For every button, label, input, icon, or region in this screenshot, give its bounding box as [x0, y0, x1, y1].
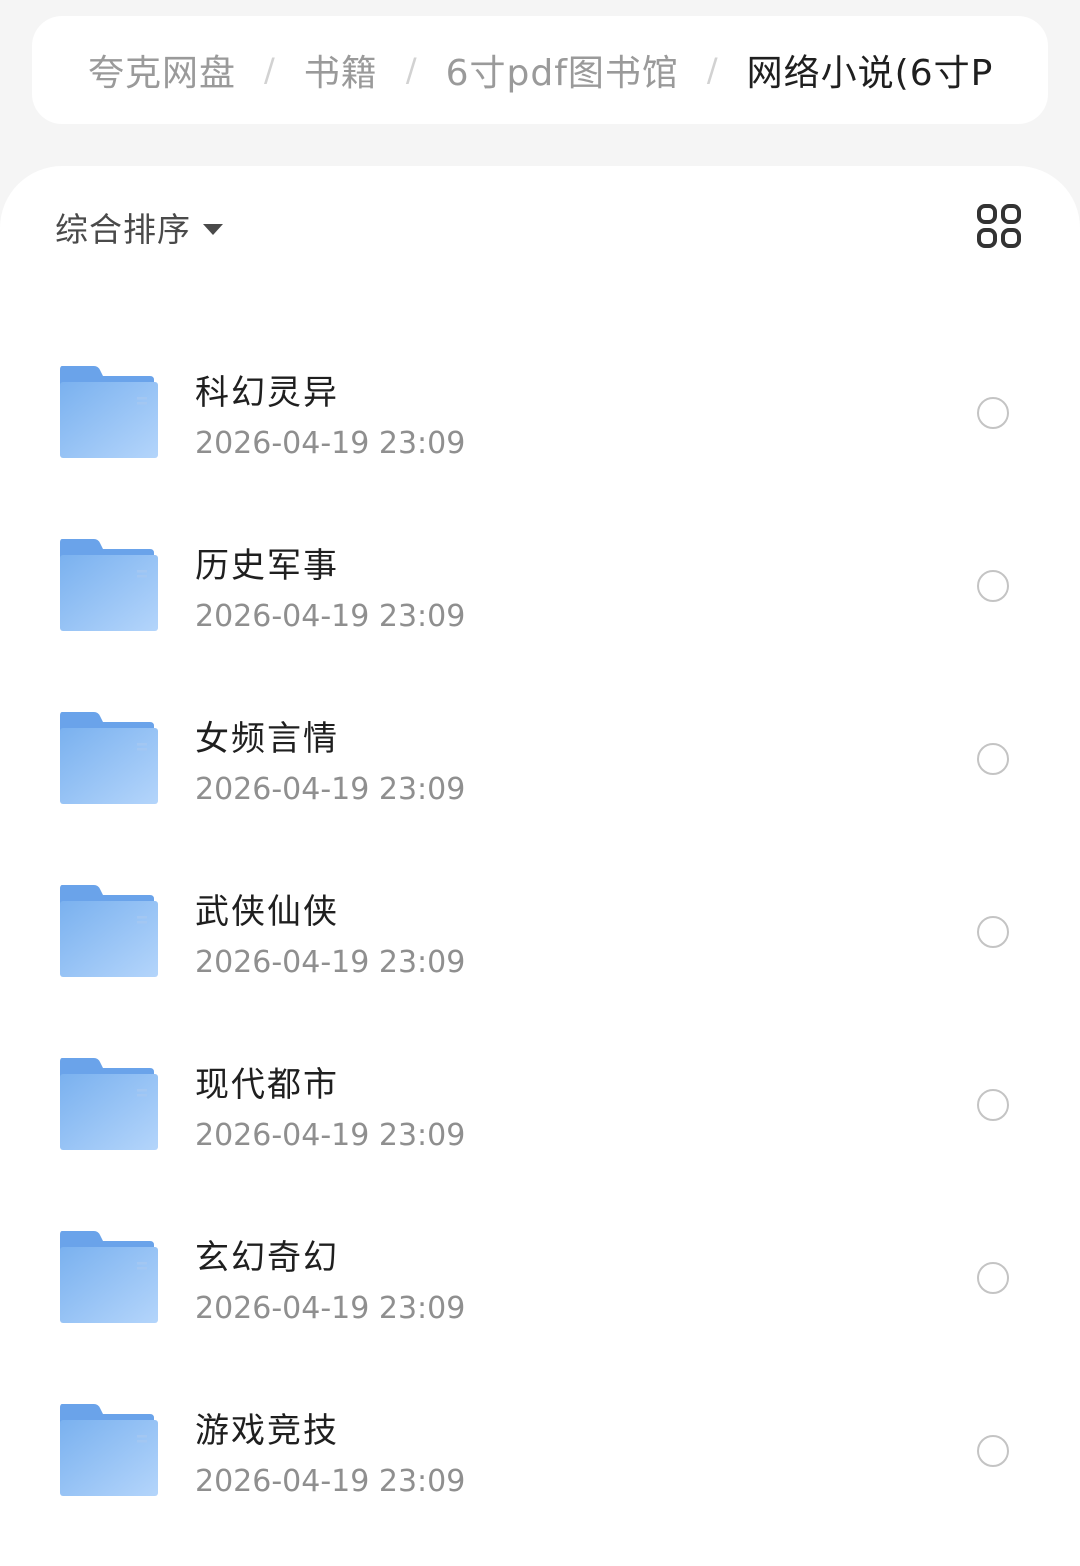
- grid-view-icon[interactable]: [976, 203, 1022, 249]
- sort-label: 综合排序: [55, 210, 191, 249]
- folder-name: 游戏竞技: [195, 1411, 339, 1451]
- folder-icon: [58, 539, 158, 631]
- select-checkbox[interactable]: [977, 397, 1009, 429]
- folder-row[interactable]: 历史军事 2026-04-19 23:09: [0, 486, 1080, 659]
- breadcrumb-item-root[interactable]: 夸克网盘: [88, 44, 236, 96]
- folder-name: 历史军事: [195, 546, 339, 586]
- select-checkbox[interactable]: [977, 743, 1009, 775]
- folder-icon: [58, 366, 158, 458]
- folder-date: 2026-04-19 23:09: [195, 1464, 466, 1499]
- folder-row[interactable]: 武侠仙侠 2026-04-19 23:09: [0, 832, 1080, 1005]
- folder-date: 2026-04-19 23:09: [195, 1291, 466, 1326]
- breadcrumb-separator: /: [264, 51, 276, 89]
- caret-down-icon: [203, 223, 223, 235]
- breadcrumb-item-library[interactable]: 6寸pdf图书馆: [446, 44, 679, 96]
- folder-date: 2026-04-19 23:09: [195, 945, 466, 980]
- breadcrumb-trail: 夸克网盘 / 书籍 / 6寸pdf图书馆 / 网络小说(6寸PD: [88, 16, 994, 124]
- folder-icon: [58, 1231, 158, 1323]
- folder-name: 现代都市: [195, 1065, 339, 1105]
- folder-row[interactable]: 玄幻奇幻 2026-04-19 23:09: [0, 1178, 1080, 1351]
- folder-name: 女频言情: [195, 719, 339, 759]
- breadcrumb-separator: /: [706, 51, 719, 89]
- folder-name: 玄幻奇幻: [195, 1238, 339, 1278]
- select-checkbox[interactable]: [977, 1435, 1009, 1467]
- folder-row[interactable]: 科幻灵异 2026-04-19 23:09: [0, 313, 1080, 486]
- folder-name: 武侠仙侠: [195, 892, 339, 932]
- folder-icon: [58, 1058, 158, 1150]
- select-checkbox[interactable]: [977, 916, 1009, 948]
- sort-button[interactable]: 综合排序: [55, 202, 223, 252]
- folder-row[interactable]: 现代都市 2026-04-19 23:09: [0, 1005, 1080, 1178]
- folder-date: 2026-04-19 23:09: [195, 426, 466, 461]
- folder-date: 2026-04-19 23:09: [195, 772, 466, 807]
- select-checkbox[interactable]: [977, 1262, 1009, 1294]
- breadcrumb-item-current: 网络小说(6寸PD: [746, 53, 994, 94]
- folder-date: 2026-04-19 23:09: [195, 599, 466, 634]
- breadcrumb-separator: /: [405, 51, 418, 89]
- folder-icon: [58, 885, 158, 977]
- folder-icon: [58, 1404, 158, 1496]
- breadcrumb-item-books[interactable]: 书籍: [304, 44, 378, 96]
- folder-row[interactable]: 女频言情 2026-04-19 23:09: [0, 659, 1080, 832]
- select-checkbox[interactable]: [977, 1089, 1009, 1121]
- select-checkbox[interactable]: [977, 570, 1009, 602]
- file-list-panel: 综合排序 科幻灵异 2026-04-19 23:09 历史军事 2026-04-…: [0, 166, 1080, 1566]
- folder-row[interactable]: 游戏竞技 2026-04-19 23:09: [0, 1351, 1080, 1524]
- folder-date: 2026-04-19 23:09: [195, 1118, 466, 1153]
- breadcrumb: 夸克网盘 / 书籍 / 6寸pdf图书馆 / 网络小说(6寸PD: [32, 16, 1048, 124]
- folder-icon: [58, 712, 158, 804]
- folder-name: 科幻灵异: [195, 373, 339, 413]
